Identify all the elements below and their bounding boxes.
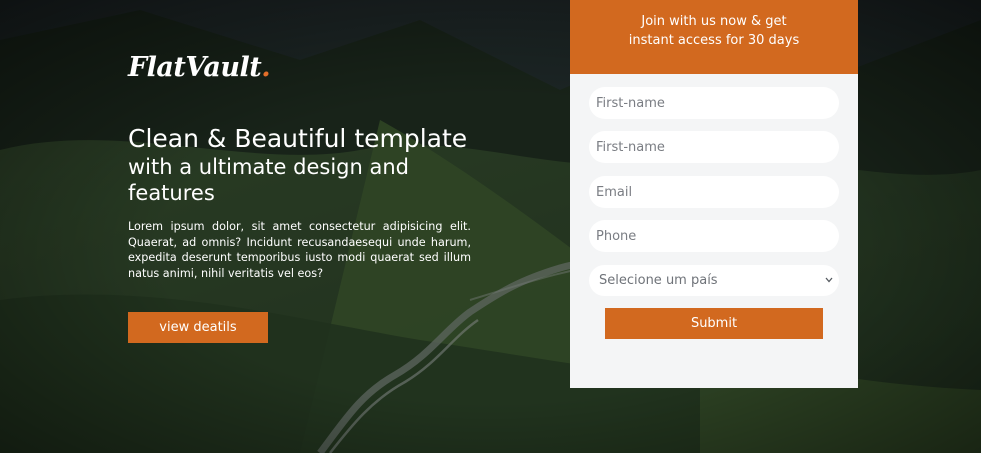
brand-name: FlatVault: [128, 52, 262, 83]
view-details-button[interactable]: view deatils: [128, 312, 268, 343]
country-select-value: Selecione um país: [599, 273, 718, 288]
hero-description: Lorem ipsum dolor, sit amet consectetur …: [128, 220, 471, 280]
form-header: Join with us now & get instant access fo…: [570, 0, 858, 74]
headline-line-3: features: [128, 181, 215, 205]
hero-headline: Clean & Beautiful template with a ultima…: [128, 124, 488, 206]
headline-line-2: with a ultimate design and: [128, 155, 409, 179]
country-select[interactable]: Selecione um país: [589, 265, 839, 296]
email-field[interactable]: [589, 176, 839, 208]
signup-form-panel: Join with us now & get instant access fo…: [570, 0, 858, 388]
submit-button[interactable]: Submit: [605, 308, 823, 339]
phone-field[interactable]: [589, 220, 839, 252]
brand-logo[interactable]: FlatVault.: [128, 50, 271, 86]
brand-dot: .: [261, 52, 271, 83]
form-header-line-2: instant access for 30 days: [628, 33, 800, 48]
headline-line-1: Clean & Beautiful template: [128, 124, 468, 153]
form-header-line-1: Join with us now & get: [641, 14, 787, 29]
first-name-field[interactable]: [589, 87, 839, 119]
second-name-field[interactable]: [589, 131, 839, 163]
chevron-down-icon: [825, 265, 835, 296]
